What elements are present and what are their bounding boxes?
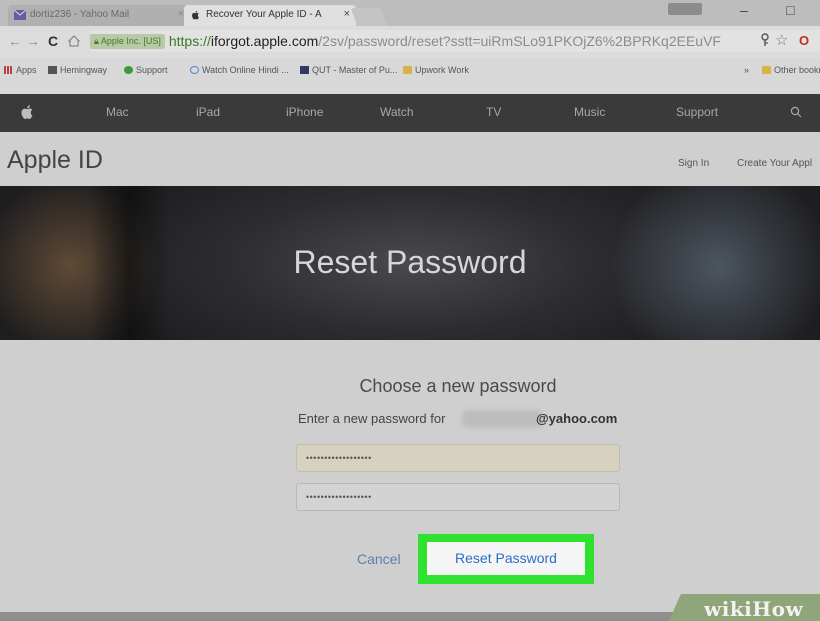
tab-label: dortiz236 - Yahoo Mail [30, 9, 130, 20]
maximize-button[interactable]: □ [786, 2, 794, 18]
hemingway-icon [48, 66, 57, 74]
browser-window: dortiz236 - Yahoo Mail × Recover Your Ap… [0, 0, 820, 621]
url-path: /2sv/password/reset?sstt=uiRmSLo91PKOjZ6… [318, 33, 721, 49]
mail-icon [14, 10, 26, 20]
bookmark-label: Support [136, 65, 168, 75]
support-icon [124, 66, 133, 74]
confirm-password-input[interactable]: •••••••••••••••••• [296, 483, 620, 511]
tab-strip: dortiz236 - Yahoo Mail × Recover Your Ap… [0, 0, 820, 26]
reset-password-form: Choose a new password Enter a new passwo… [0, 340, 820, 621]
bookmark-upwork[interactable]: Upwork Work [403, 65, 469, 75]
email-domain: @yahoo.com [536, 411, 618, 426]
url-host: iforgot.apple.com [210, 33, 319, 49]
bookmark-support[interactable]: Support [124, 65, 168, 75]
apple-logo-icon[interactable] [20, 104, 34, 120]
reset-password-button[interactable]: Reset Password [427, 542, 585, 575]
nav-item-support[interactable]: Support [676, 105, 718, 119]
back-button[interactable]: ← [8, 33, 22, 49]
redacted-email [462, 410, 542, 428]
reset-password-highlight: Reset Password [418, 534, 594, 584]
url-input[interactable]: 🔒︎ Apple Inc. [US] https://iforgot.apple… [90, 30, 820, 52]
nav-item-music[interactable]: Music [574, 105, 605, 119]
tab-recover-apple-id[interactable]: Recover Your Apple ID - A × [184, 5, 356, 26]
form-heading: Choose a new password [359, 376, 557, 396]
bookmark-label: Watch Online Hindi ... [202, 65, 289, 75]
cancel-button[interactable]: Cancel [357, 551, 401, 567]
bookmark-label: QUT - Master of Pu... [312, 65, 398, 75]
bookmark-hemingway[interactable]: Hemingway [48, 65, 107, 75]
bookmark-qut[interactable]: QUT - Master of Pu... [300, 65, 397, 75]
minimize-button[interactable]: – [740, 2, 748, 18]
hero-title: Reset Password [293, 244, 527, 280]
nav-item-tv[interactable]: TV [486, 105, 501, 119]
apps-grid-icon [4, 66, 13, 74]
qut-icon [300, 66, 309, 74]
nav-item-watch[interactable]: Watch [380, 105, 414, 119]
nav-item-ipad[interactable]: iPad [196, 105, 220, 119]
apple-id-header: Apple ID Sign In Create Your Appl [0, 132, 820, 186]
horizontal-scrollbar[interactable] [0, 612, 700, 621]
bookmark-label: Upwork Work [415, 65, 469, 75]
bookmark-label: Other bookmarks [774, 65, 820, 75]
create-apple-id-link[interactable]: Create Your Appl [737, 158, 812, 169]
new-tab-button[interactable] [350, 8, 388, 26]
address-bar: ← → C 🔒︎ Apple Inc. [US] https://iforgot… [0, 26, 820, 58]
apple-global-nav: Mac iPad iPhone Watch TV Music Support [0, 94, 820, 132]
hero-banner: Reset Password [0, 186, 820, 340]
search-icon[interactable] [790, 106, 802, 118]
bookmark-other[interactable]: Other bookmarks [762, 65, 820, 75]
security-badge[interactable]: 🔒︎ Apple Inc. [US] [90, 34, 165, 49]
key-icon[interactable] [760, 33, 770, 47]
bookmark-star-icon[interactable]: ☆ [775, 31, 788, 49]
folder-icon [403, 66, 412, 74]
opera-icon[interactable]: O [799, 33, 809, 48]
new-password-input[interactable]: •••••••••••••••••• [296, 444, 620, 472]
lock-icon: 🔒︎ [94, 36, 99, 46]
bookmark-label: Apps [16, 65, 37, 75]
nav-item-iphone[interactable]: iPhone [286, 105, 323, 119]
enter-password-prompt: Enter a new password for [298, 411, 446, 426]
reload-button[interactable]: C [48, 33, 58, 49]
home-icon[interactable] [68, 35, 80, 47]
tab-label: Recover Your Apple ID - A [206, 9, 322, 20]
tab-yahoo-mail[interactable]: dortiz236 - Yahoo Mail × [8, 5, 190, 26]
sign-in-link[interactable]: Sign In [678, 158, 709, 169]
bookmark-watch-online[interactable]: Watch Online Hindi ... [190, 65, 289, 75]
wikihow-watermark: wikiHow [704, 597, 804, 621]
close-icon[interactable]: × [344, 8, 350, 20]
globe-icon [190, 66, 199, 74]
profile-chip[interactable] [668, 3, 702, 15]
apple-logo-icon [192, 10, 199, 20]
bookmark-label: Hemingway [60, 65, 108, 75]
security-badge-label: Apple Inc. [US] [100, 36, 161, 46]
apple-id-title[interactable]: Apple ID [7, 146, 103, 175]
forward-button[interactable]: → [26, 33, 40, 49]
nav-item-mac[interactable]: Mac [106, 105, 129, 119]
bookmarks-bar: Apps Hemingway Support Watch Online Hind… [0, 58, 820, 94]
folder-icon [762, 66, 771, 74]
url-scheme: https:// [168, 33, 211, 49]
bookmarks-overflow[interactable]: » [744, 65, 749, 75]
bookmark-apps[interactable]: Apps [4, 65, 37, 75]
